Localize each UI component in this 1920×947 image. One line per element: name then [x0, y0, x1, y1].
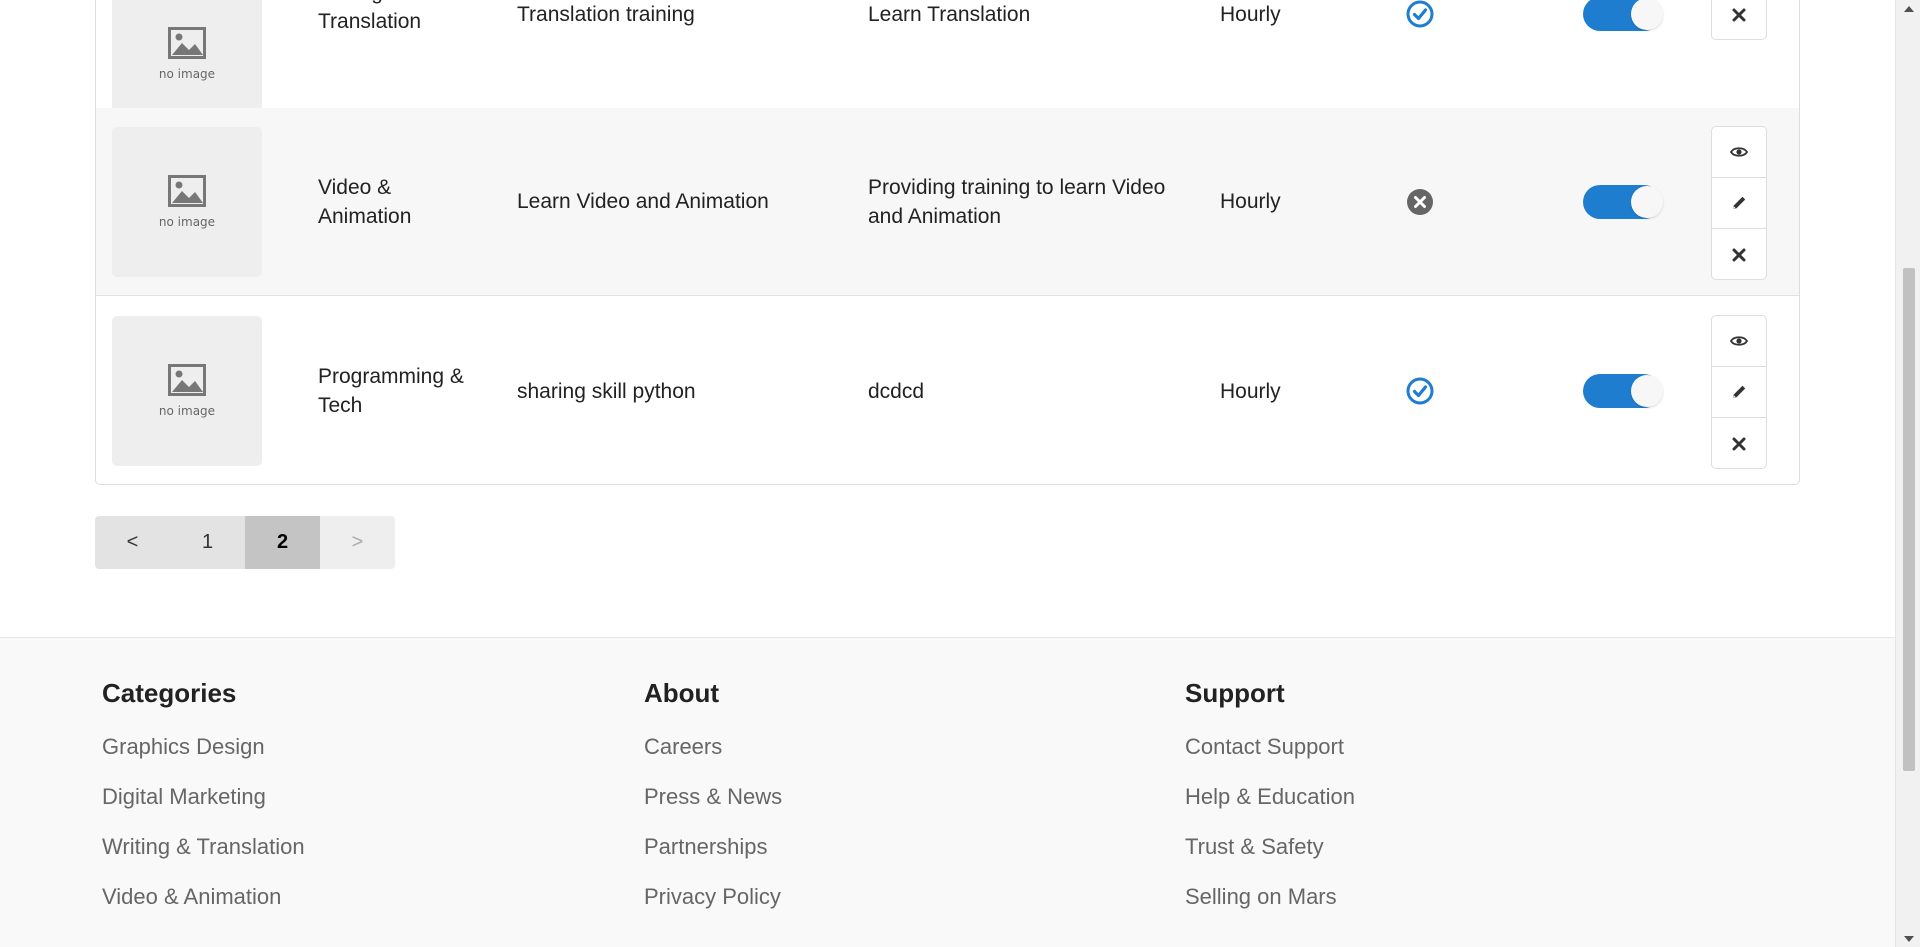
view-button[interactable]: [1712, 127, 1766, 178]
delete-button[interactable]: [1712, 0, 1766, 40]
category-cell: Programming & Tech: [318, 365, 464, 417]
description-cell: Providing training to learn Video and An…: [868, 176, 1166, 228]
table-row: no image Video & Animation Learn Video a…: [96, 108, 1799, 296]
description-cell: dcdcd: [868, 380, 925, 403]
scrollbar-thumb[interactable]: [1903, 268, 1915, 771]
description-cell: Learn Translation: [868, 3, 1031, 26]
service-thumbnail: no image: [112, 316, 262, 466]
view-button[interactable]: [1712, 316, 1766, 367]
services-table: no image Writing & Translation Translati…: [95, 0, 1800, 485]
title-cell: Translation training: [517, 3, 695, 26]
page-scrollbar[interactable]: [1895, 0, 1920, 947]
toggle-knob: [1631, 0, 1663, 30]
scroll-up-arrow-icon[interactable]: [1896, 0, 1920, 17]
x-circle-icon: [1407, 189, 1433, 215]
footer-categories: Categories Graphics Design Digital Marke…: [102, 678, 305, 933]
delete-button[interactable]: [1712, 418, 1766, 469]
toggle-knob: [1631, 375, 1663, 407]
pagination-page-1[interactable]: 1: [170, 516, 245, 569]
scroll-down-arrow-icon[interactable]: [1896, 930, 1920, 947]
pagination: < 1 2 >: [95, 516, 395, 569]
footer-link-careers[interactable]: Careers: [644, 733, 782, 783]
footer-link-trust-safety[interactable]: Trust & Safety: [1185, 833, 1355, 883]
footer-link-press-news[interactable]: Press & News: [644, 783, 782, 833]
footer-link-privacy-policy[interactable]: Privacy Policy: [644, 883, 782, 933]
table-row: no image Programming & Tech sharing skil…: [96, 297, 1799, 485]
close-icon: [1732, 437, 1746, 450]
image-icon: [168, 364, 206, 396]
active-toggle[interactable]: [1583, 374, 1663, 408]
footer-heading-categories: Categories: [102, 678, 237, 708]
eye-icon: [1730, 147, 1748, 157]
type-cell: Hourly: [1220, 190, 1281, 213]
close-icon: [1732, 8, 1746, 21]
page-viewport: no image Writing & Translation Translati…: [0, 0, 1895, 947]
footer-link-writing-translation[interactable]: Writing & Translation: [102, 833, 305, 883]
no-image-label: no image: [158, 67, 216, 81]
type-cell: Hourly: [1220, 3, 1281, 26]
footer-link-partnerships[interactable]: Partnerships: [644, 833, 782, 883]
title-cell: Learn Video and Animation: [517, 190, 769, 213]
footer-link-contact-support[interactable]: Contact Support: [1185, 733, 1355, 783]
no-image-label: no image: [158, 404, 216, 418]
title-cell: sharing skill python: [517, 380, 696, 403]
no-image-label: no image: [158, 215, 216, 229]
close-icon: [1732, 248, 1746, 261]
image-icon: [168, 175, 206, 207]
footer-heading-support: Support: [1185, 678, 1285, 708]
site-footer: Categories Graphics Design Digital Marke…: [0, 637, 1895, 947]
pagination-page-2[interactable]: 2: [245, 516, 320, 569]
pencil-icon: [1733, 196, 1746, 209]
row-actions: [1711, 126, 1767, 280]
toggle-knob: [1631, 186, 1663, 218]
pagination-prev[interactable]: <: [95, 516, 170, 569]
edit-button[interactable]: [1712, 367, 1766, 418]
eye-icon: [1730, 336, 1748, 346]
active-toggle[interactable]: [1583, 0, 1663, 31]
image-icon: [168, 27, 206, 59]
edit-button[interactable]: [1712, 178, 1766, 229]
delete-button[interactable]: [1712, 229, 1766, 280]
footer-link-help-education[interactable]: Help & Education: [1185, 783, 1355, 833]
check-circle-icon: [1406, 377, 1434, 405]
footer-support: Support Contact Support Help & Education…: [1185, 678, 1355, 933]
category-cell: Writing & Translation: [318, 0, 422, 33]
footer-link-selling-on-mars[interactable]: Selling on Mars: [1185, 883, 1355, 933]
footer-link-video-animation[interactable]: Video & Animation: [102, 883, 305, 933]
footer-about: About Careers Press & News Partnerships …: [644, 678, 782, 933]
row-actions: [1711, 315, 1767, 469]
footer-heading-about: About: [644, 678, 720, 708]
row-actions: [1711, 0, 1767, 40]
active-toggle[interactable]: [1583, 185, 1663, 219]
pagination-next[interactable]: >: [320, 516, 395, 569]
pencil-icon: [1733, 385, 1746, 398]
type-cell: Hourly: [1220, 380, 1281, 403]
category-cell: Video & Animation: [318, 176, 412, 228]
footer-link-graphics-design[interactable]: Graphics Design: [102, 733, 305, 783]
footer-link-digital-marketing[interactable]: Digital Marketing: [102, 783, 305, 833]
check-circle-icon: [1406, 0, 1434, 28]
service-thumbnail: no image: [112, 127, 262, 277]
